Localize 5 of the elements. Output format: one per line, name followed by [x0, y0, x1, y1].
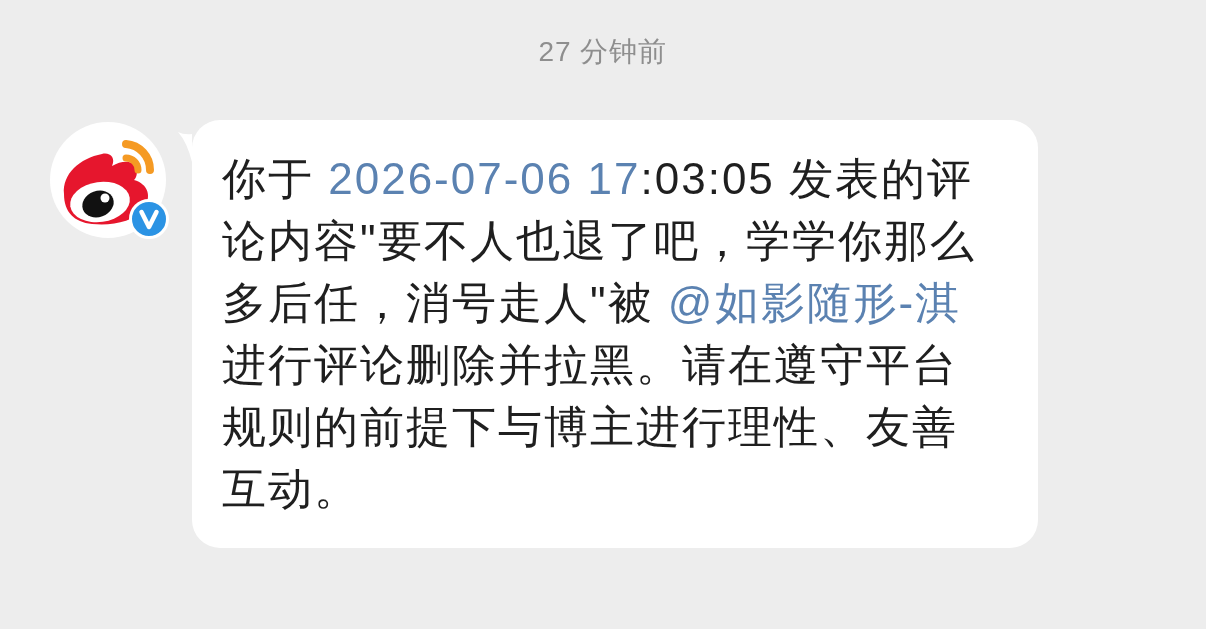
mention-link[interactable]: @如影随形-淇 — [667, 278, 962, 327]
message-text: 你于 2026-07-06 17:03:05 发表的评论内容"要不人也退了吧，学学你那么多后任，消号走人"被 @如影随形-淇 进行评论删除并拉黑。请在遵守平台规则的前提下与博主进行理性、友善互动。 — [222, 153, 977, 515]
message-timestamp: 27 分钟前 — [538, 35, 668, 69]
eye-logo-icon — [50, 122, 166, 238]
date-link[interactable]: 2026-07-06 17 — [328, 154, 641, 203]
